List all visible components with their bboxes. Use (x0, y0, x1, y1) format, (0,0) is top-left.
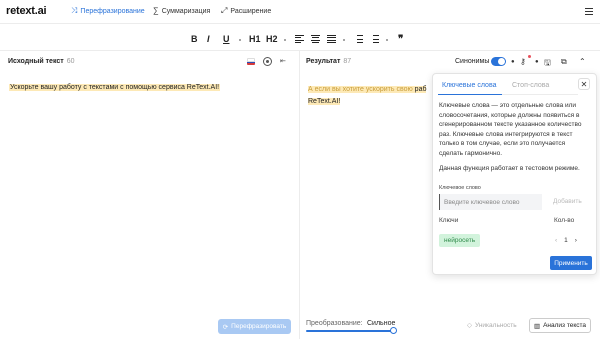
copy-icon[interactable]: ⧉ (561, 57, 567, 67)
uniqueness-button[interactable]: ◇ Уникальность (467, 321, 517, 330)
diamond-icon: ◇ (467, 322, 472, 329)
nav-paraphrase[interactable]: ⤨ Перефразирование (71, 7, 145, 15)
dropdown-dot-icon[interactable]: ● (511, 59, 515, 65)
result-char-count: 87 (343, 58, 352, 65)
source-char-count: 60 (66, 58, 75, 65)
panel-divider (299, 51, 300, 339)
notification-badge (528, 55, 531, 58)
expand-icon: ⤢ (221, 6, 228, 15)
bold-button[interactable]: B (191, 34, 198, 44)
record-icon[interactable] (263, 57, 272, 66)
tab-keywords[interactable]: Ключевые слова (442, 82, 496, 89)
result-title: Результат 87 (306, 58, 352, 65)
tab-stopwords[interactable]: Стоп-слова (512, 82, 549, 89)
toolbar-divider (0, 50, 600, 51)
dropdown-dot-icon[interactable] (284, 39, 286, 41)
nav-summarize[interactable]: ∑ Суммаризация (153, 7, 210, 15)
mode-slider-handle[interactable] (390, 327, 397, 334)
menu-icon[interactable] (585, 8, 593, 15)
top-navigation: retext.ai ⤨ Перефразирование ∑ Суммариза… (0, 0, 600, 24)
dropdown-dot-icon[interactable] (239, 39, 241, 41)
synonyms-toggle[interactable] (491, 57, 506, 66)
align-justify-icon[interactable] (327, 35, 336, 43)
text-analysis-button[interactable]: ▥ Анализ текста (529, 318, 591, 333)
apply-button[interactable]: Применить (550, 256, 592, 270)
add-keyword-button[interactable]: Добавить (553, 198, 582, 205)
mode-label: Преобразование: (306, 320, 363, 327)
keyword-input[interactable] (439, 194, 542, 210)
active-tab-indicator (438, 94, 502, 95)
decrement-icon[interactable]: ‹ (555, 237, 557, 244)
quote-button[interactable]: ❞ (398, 34, 403, 45)
bar-chart-icon: ▥ (533, 322, 541, 330)
save-icon[interactable]: 🖫 (544, 57, 551, 71)
close-button[interactable]: ✕ (578, 78, 590, 90)
dropdown-dot-icon[interactable] (343, 39, 345, 41)
keyword-count-stepper: ‹ 1 › (555, 237, 577, 244)
align-left-icon[interactable] (295, 35, 304, 43)
ordered-list-icon[interactable] (354, 35, 363, 43)
key-icon[interactable]: ⚷ (520, 57, 526, 66)
heading2-button[interactable]: H2 (266, 34, 278, 44)
keywords-description: Ключевые слова — это отдельные слова или… (439, 102, 582, 157)
bullet-list-icon[interactable] (370, 35, 379, 43)
keyword-count-value: 1 (564, 237, 568, 244)
refresh-icon: ⟳ (222, 323, 229, 331)
chevron-up-icon[interactable]: ⌃ (579, 57, 586, 66)
align-center-icon[interactable] (311, 35, 320, 43)
count-column-header: Кол-во (554, 217, 575, 224)
nav-expand[interactable]: ⤢ Расширение (221, 7, 271, 15)
paraphrase-button[interactable]: ⟳ Перефразировать (218, 319, 291, 334)
source-text[interactable]: Ускорьте вашу работу с текстами с помощь… (9, 84, 221, 91)
keys-column-header: Ключи (439, 217, 459, 224)
sigma-icon: ∑ (153, 6, 159, 15)
close-icon: ✕ (580, 79, 588, 89)
keyword-chip[interactable]: нейросеть (439, 234, 481, 247)
italic-button[interactable]: I (207, 34, 210, 44)
dropdown-dot-icon[interactable]: ● (535, 59, 539, 65)
formatting-toolbar: B I U H1 H2 ❞ (0, 28, 600, 50)
russian-flag-icon[interactable] (247, 58, 255, 65)
heading1-button[interactable]: H1 (249, 34, 261, 44)
collapse-icon[interactable]: ⇤ (280, 57, 286, 65)
mode-value[interactable]: Сильное (367, 320, 395, 327)
keywords-popup: Ключевые слова Стоп-слова ✕ Ключевые сло… (432, 73, 597, 275)
dropdown-dot-icon[interactable] (386, 39, 388, 41)
source-title: Исходный текст 60 (8, 58, 75, 65)
increment-icon[interactable]: › (575, 237, 577, 244)
synonyms-label: Синонимы (455, 58, 490, 65)
result-text[interactable]: А если вы хотите ускорить свою раб ReTex… (308, 84, 436, 108)
keyword-input-label: Ключевое слово (439, 185, 481, 191)
mode-slider-track[interactable] (306, 330, 395, 332)
underline-button[interactable]: U (223, 34, 230, 44)
shuffle-icon: ⤨ (71, 6, 78, 15)
logo[interactable]: retext.ai (6, 5, 47, 17)
test-mode-note: Данная функция работает в тестовом режим… (439, 165, 580, 172)
